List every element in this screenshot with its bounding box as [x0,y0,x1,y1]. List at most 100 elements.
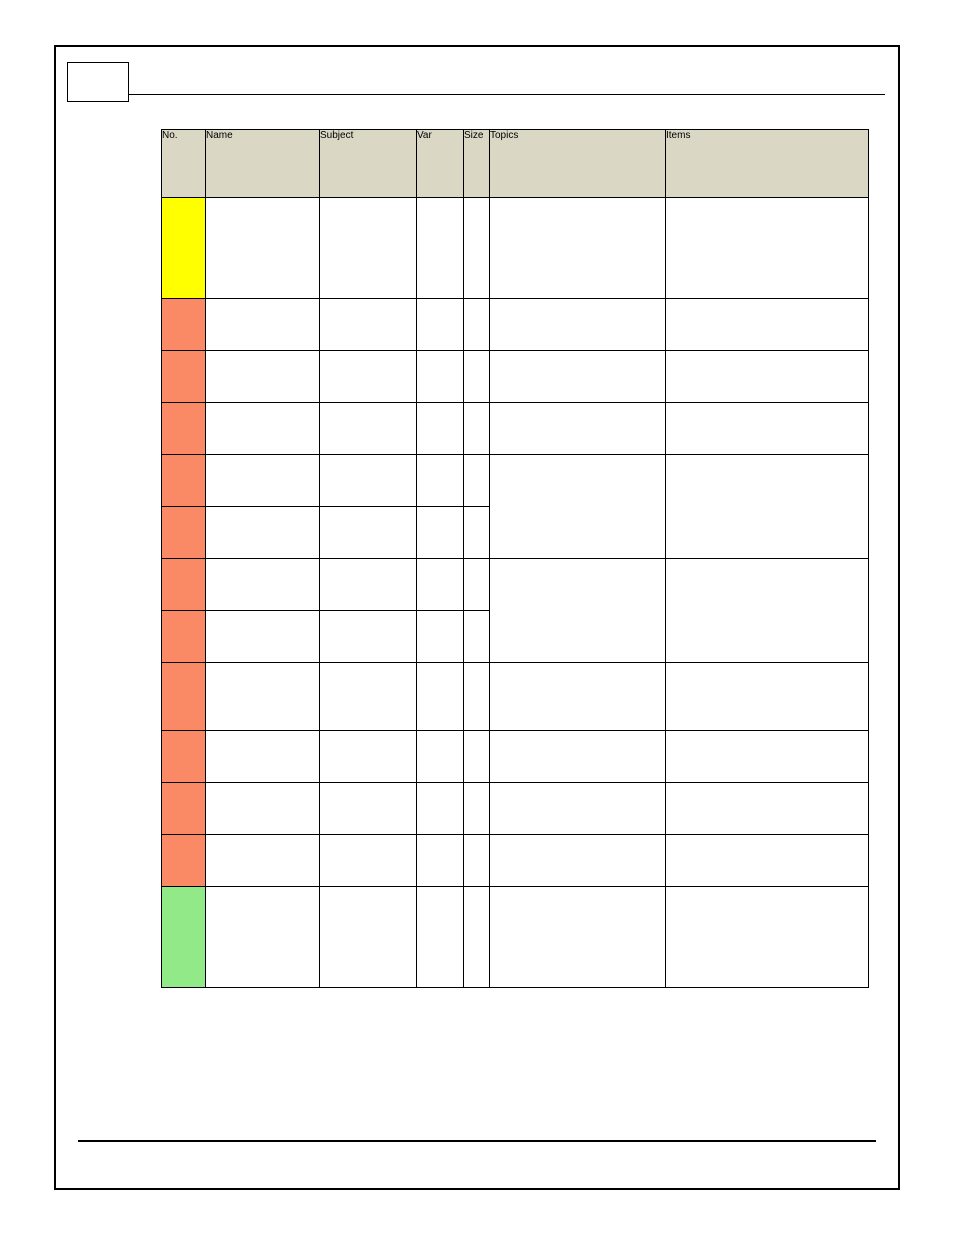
table-cell [206,783,320,835]
table-cell [417,403,464,455]
table-cell [206,198,320,299]
table-cell [464,507,490,559]
header-logo-box [67,62,129,102]
table-cell [206,351,320,403]
table-cell [666,403,869,455]
table-cell [666,455,869,559]
table-cell [206,611,320,663]
table-cell [206,559,320,611]
table-cell [320,559,417,611]
table-cell [206,731,320,783]
table-cell [490,835,666,887]
table-cell [490,731,666,783]
table-row [162,299,869,351]
table-cell [490,403,666,455]
table-cell [417,887,464,988]
table-cell [490,351,666,403]
table-row [162,731,869,783]
table-cell [464,835,490,887]
status-cell [162,403,206,455]
table-cell [320,455,417,507]
table-cell [320,403,417,455]
table-row [162,198,869,299]
status-cell [162,731,206,783]
table-cell [490,783,666,835]
table-cell [206,663,320,731]
table-cell [320,507,417,559]
table-cell [206,299,320,351]
table-cell [320,783,417,835]
table-cell [666,559,869,663]
table-cell [464,299,490,351]
table-cell [417,455,464,507]
table-cell [320,731,417,783]
table-row [162,559,869,611]
table-cell [666,198,869,299]
table-cell [417,507,464,559]
table-cell [666,351,869,403]
table-cell [206,835,320,887]
status-cell [162,198,206,299]
table-cell [417,783,464,835]
table-cell [417,663,464,731]
table-cell [417,198,464,299]
table-cell [206,455,320,507]
status-cell [162,783,206,835]
table-row [162,783,869,835]
status-cell [162,299,206,351]
table-cell [320,663,417,731]
table-cell [490,198,666,299]
table-cell [320,351,417,403]
table-cell [464,663,490,731]
table-cell [417,559,464,611]
table-cell [320,198,417,299]
table-cell [206,507,320,559]
table-cell [417,611,464,663]
table-cell [666,299,869,351]
table-row [162,887,869,988]
table-header-cell: No. [162,130,206,198]
table-header-cell: Var [417,130,464,198]
table-cell [490,663,666,731]
table-row [162,403,869,455]
status-cell [162,663,206,731]
table-cell [464,351,490,403]
footer-divider [78,1140,876,1142]
table-cell [320,299,417,351]
status-cell [162,611,206,663]
table-cell [490,559,666,663]
table-cell [320,887,417,988]
table-cell [417,351,464,403]
table-cell [417,731,464,783]
table-cell [464,887,490,988]
table-header-cell: Size [464,130,490,198]
table-header-cell: Items [666,130,869,198]
table-cell [417,835,464,887]
delivery-table: No.NameSubjectVarSizeTopicsItems [161,129,869,988]
header-divider [129,94,885,95]
table-cell [417,299,464,351]
table-cell [206,403,320,455]
status-cell [162,887,206,988]
table-row [162,663,869,731]
status-cell [162,559,206,611]
status-cell [162,455,206,507]
table-header-row: No.NameSubjectVarSizeTopicsItems [162,130,869,198]
table-cell [464,783,490,835]
table-cell [464,198,490,299]
page: No.NameSubjectVarSizeTopicsItems [0,0,954,1235]
table-header-cell: Topics [490,130,666,198]
table-cell [206,887,320,988]
table-row [162,455,869,507]
table-cell [320,611,417,663]
table-cell [666,887,869,988]
table-cell [490,887,666,988]
table-cell [666,731,869,783]
table-cell [464,455,490,507]
table-header-cell: Subject [320,130,417,198]
table-cell [666,835,869,887]
table-cell [464,611,490,663]
status-cell [162,507,206,559]
table-cell [666,663,869,731]
table-cell [464,559,490,611]
